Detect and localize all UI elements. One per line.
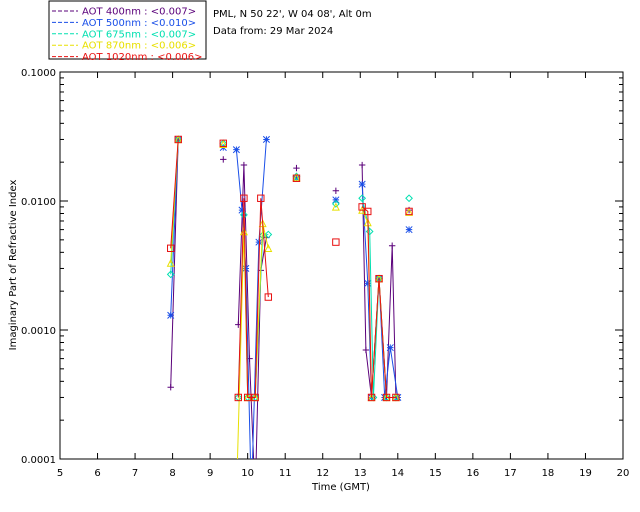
- data-point: [167, 384, 174, 391]
- legend-label: AOT 870nm : <0.006>: [82, 41, 196, 52]
- axes-layer: 5 6 7 8 9 10 11 12 13 14 15 16 17 18 19 20 0.0001 0.0010 0…: [21, 68, 629, 479]
- y-tick-label: 0.0010: [21, 326, 56, 337]
- x-tick-label: 16: [466, 468, 479, 479]
- chart-title-line-1: PML, N 50 22', W 04 08', Alt 0m: [213, 9, 372, 20]
- x-tick-label: 6: [94, 468, 100, 479]
- data-point: [293, 164, 300, 172]
- series-4: [166, 135, 414, 459]
- data-point: [364, 279, 372, 287]
- x-tick-label: 14: [391, 468, 404, 479]
- x-tick-label: 17: [504, 468, 517, 479]
- x-tick-label: 18: [542, 468, 555, 479]
- data-point: [358, 161, 366, 169]
- x-tick-label: 15: [429, 468, 442, 479]
- data-point: [232, 146, 240, 154]
- x-tick-label: 13: [354, 468, 367, 479]
- data-point: [362, 346, 370, 354]
- plot-area-frame: [59, 71, 624, 460]
- x-tick-label: 7: [132, 468, 138, 479]
- data-point: [386, 344, 394, 352]
- x-tick-label: 11: [279, 468, 292, 479]
- x-tick-label: 12: [316, 468, 329, 479]
- data-point: [405, 226, 413, 234]
- x-tick-label: 8: [169, 468, 175, 479]
- refractive-index-chart: AOT 400nm : <0.007>AOT 500nm : <0.010>AO…: [8, 0, 629, 493]
- x-axis-label: Time (GMT): [311, 482, 370, 493]
- x-tick-label: 20: [617, 468, 630, 479]
- data-point: [388, 242, 396, 249]
- y-tick-label: 0.1000: [21, 68, 56, 79]
- series-line: [361, 209, 396, 398]
- data-point: [242, 264, 250, 273]
- y-axis-label: Imaginary Part of Refractive Index: [8, 180, 19, 351]
- legend-label: AOT 400nm : <0.007>: [82, 7, 196, 18]
- x-tick-label: 5: [57, 468, 63, 479]
- series-line: [361, 206, 396, 398]
- series-layer: [166, 135, 414, 459]
- chart-title-line-2: Data from: 29 Mar 2024: [213, 26, 333, 37]
- x-tick-label: 9: [207, 468, 213, 479]
- data-point: [332, 196, 340, 204]
- legend-label: AOT 675nm : <0.007>: [82, 29, 196, 40]
- data-point: [332, 187, 340, 194]
- x-tick-label: 10: [241, 468, 254, 479]
- legend: AOT 400nm : <0.007>AOT 500nm : <0.010>AO…: [48, 0, 207, 63]
- series-1: [167, 136, 413, 459]
- data-point: [262, 135, 270, 144]
- data-point: [405, 194, 413, 203]
- y-tick-label: 0.0001: [21, 455, 56, 466]
- data-point: [220, 156, 227, 163]
- series-line: [361, 198, 396, 398]
- series-2: [167, 135, 413, 459]
- legend-label: AOT 500nm : <0.010>: [82, 18, 196, 29]
- data-point: [255, 238, 263, 246]
- y-tick-label: 0.0100: [21, 197, 56, 208]
- series-3: [166, 135, 413, 402]
- data-point: [332, 238, 340, 246]
- data-point: [167, 311, 175, 319]
- x-tick-label: 19: [579, 468, 592, 479]
- legend-label: AOT 1020nm : <0.006>: [82, 52, 202, 63]
- data-point: [240, 161, 248, 169]
- data-point: [358, 180, 366, 188]
